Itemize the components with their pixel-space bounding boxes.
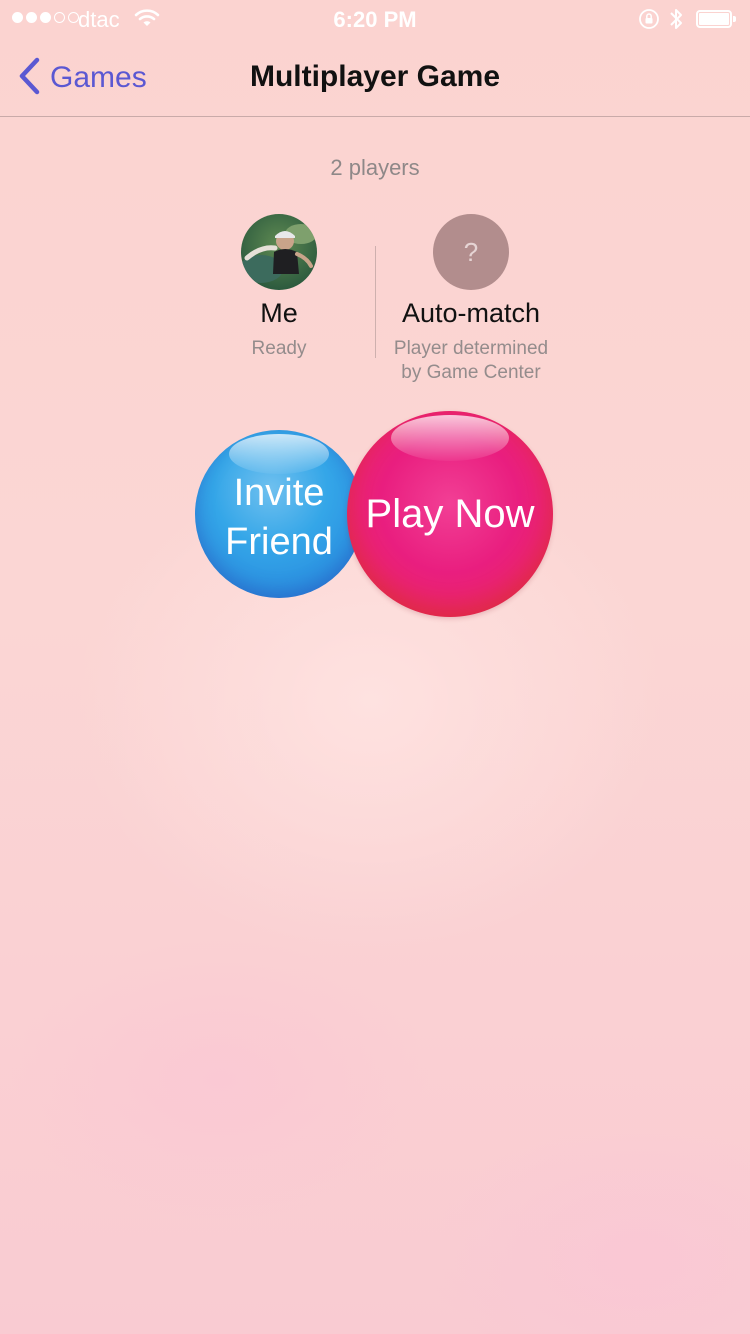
status-bar: dtac 6:20 PM (0, 0, 750, 40)
player-name-auto-match: Auto-match (401, 298, 541, 328)
player-name-me: Me (260, 298, 298, 328)
bubble-highlight (391, 415, 509, 461)
invite-friend-button[interactable]: Invite Friend (195, 430, 363, 598)
bluetooth-icon (668, 6, 684, 38)
battery-icon (696, 10, 736, 28)
orientation-lock-icon (638, 8, 660, 36)
user-photo-icon (241, 214, 317, 290)
navigation-bar: Games Multiplayer Game (0, 40, 750, 117)
avatar-auto-match[interactable]: ? (433, 214, 509, 290)
player-status-auto-match: Player determined by Game Center (393, 338, 549, 383)
play-now-label: Play Now (365, 491, 535, 536)
avatar-me[interactable] (241, 214, 317, 290)
invite-friend-label: Invite Friend (225, 472, 333, 563)
players-count: 2 players (330, 155, 420, 180)
question-mark-icon: ? (463, 236, 479, 267)
page-title: Multiplayer Game (249, 60, 501, 93)
bubble-highlight (229, 434, 329, 474)
player-status-me: Ready (251, 338, 307, 359)
play-now-button[interactable]: Play Now (347, 411, 553, 617)
